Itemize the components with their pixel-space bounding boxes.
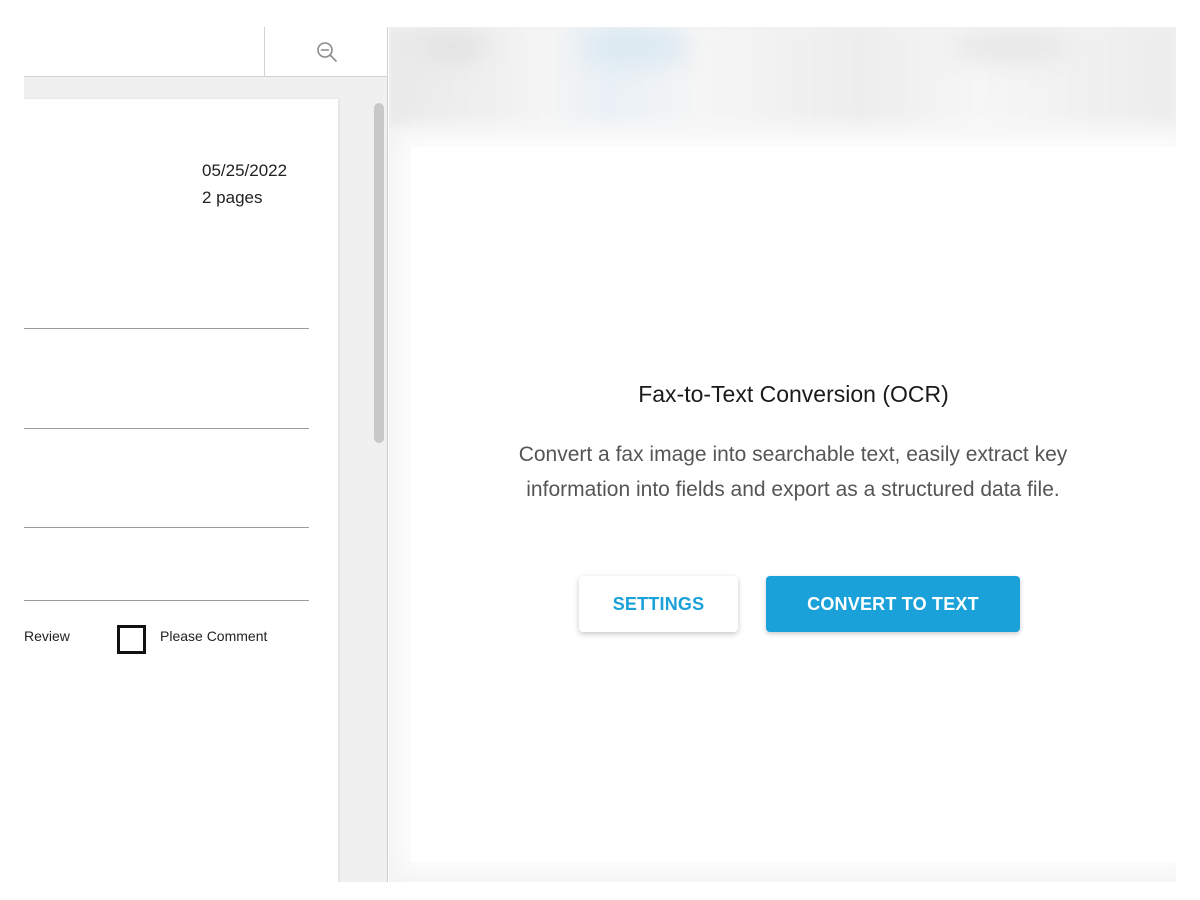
- ocr-title: Fax-to-Text Conversion (OCR): [638, 381, 949, 407]
- ocr-description: Convert a fax image into searchable text…: [518, 443, 1068, 501]
- blurred-shape: [579, 27, 689, 67]
- zoom-out-button[interactable]: [264, 27, 387, 77]
- fax-page-count: 2 pages: [202, 188, 263, 207]
- blurred-shape: [949, 32, 1069, 62]
- checkbox-please-comment-label: Please Comment: [160, 628, 268, 644]
- form-line: [24, 428, 309, 429]
- checkbox-please-comment: [117, 625, 146, 654]
- form-line: [24, 600, 309, 601]
- settings-button[interactable]: SETTINGS: [579, 576, 738, 632]
- ocr-area: Fax-to-Text Conversion (OCR) Convert a f…: [389, 27, 1176, 882]
- zoom-out-icon: [316, 42, 337, 62]
- fax-date: 05/25/2022: [202, 161, 288, 180]
- fax-page-preview: 05/25/2022 2 pages Review Please Comment: [24, 99, 338, 882]
- convert-to-text-button[interactable]: CONVERT TO TEXT: [766, 576, 1020, 632]
- app-window: 05/25/2022 2 pages Review Please Comment…: [0, 0, 1200, 900]
- fax-viewer-pane: 05/25/2022 2 pages Review Please Comment: [24, 27, 388, 882]
- checkbox-review-label: Review: [24, 628, 70, 644]
- blurred-shape: [419, 32, 489, 62]
- viewer-toolbar: [24, 27, 387, 77]
- ocr-card: Fax-to-Text Conversion (OCR) Convert a f…: [411, 147, 1176, 862]
- form-line: [24, 527, 309, 528]
- viewer-scrollbar[interactable]: [374, 103, 384, 443]
- form-line: [24, 328, 309, 329]
